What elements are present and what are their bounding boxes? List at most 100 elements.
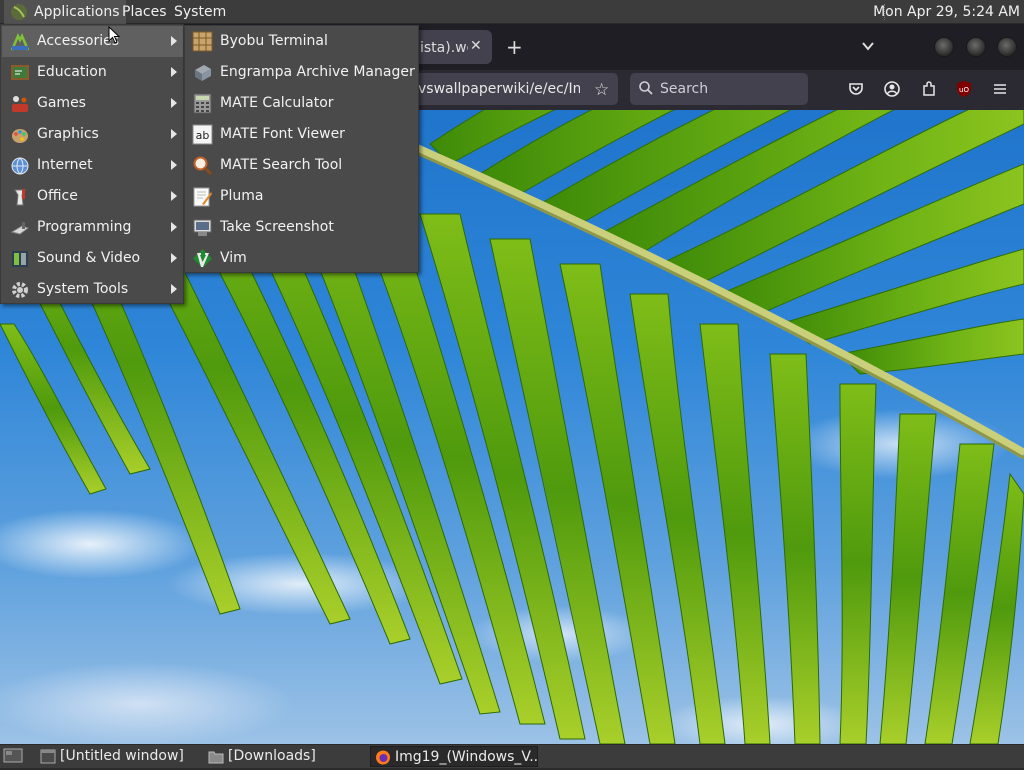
- sound-video-icon: [12, 251, 28, 267]
- search-icon: [639, 81, 653, 95]
- calculator-icon: [193, 93, 212, 114]
- svg-text:uO: uO: [959, 86, 969, 94]
- search-tool-icon: [193, 156, 213, 176]
- submenu-item-take-screenshot[interactable]: Take Screenshot: [185, 212, 418, 243]
- submenu-item-label: MATE Search Tool: [220, 157, 343, 173]
- bookmark-star-icon[interactable]: ☆: [594, 80, 609, 100]
- submenu-item-label: MATE Font Viewer: [220, 126, 345, 142]
- submenu-item-label: Take Screenshot: [220, 219, 334, 235]
- clock[interactable]: Mon Apr 29, 5:24 AM: [873, 0, 1020, 24]
- show-desktop-icon[interactable]: [3, 748, 23, 764]
- firefox-icon: [376, 750, 390, 765]
- submenu-item-engrampa[interactable]: Engrampa Archive Manager: [185, 57, 418, 88]
- screenshot-icon: [193, 219, 212, 236]
- submenu-item-label: Engrampa Archive Manager: [220, 64, 415, 80]
- url-text[interactable]: vswallpaperwiki/e/ec/Img: [418, 81, 580, 97]
- menu-item-label: Games: [37, 95, 86, 111]
- menu-item-label: Education: [37, 64, 107, 80]
- submenu-arrow-icon: [171, 222, 177, 232]
- menu-item-label: Graphics: [37, 126, 99, 142]
- games-icon: [12, 96, 28, 112]
- menu-item-label: Accessories: [37, 33, 120, 49]
- byobu-terminal-icon: [192, 31, 213, 52]
- menu-item-internet[interactable]: Internet: [2, 150, 183, 181]
- menu-item-system-tools[interactable]: System Tools: [2, 274, 183, 305]
- menu-item-label: System Tools: [37, 281, 129, 297]
- taskbar-item-untitled-window[interactable]: [Untitled window]: [36, 746, 200, 767]
- menu-item-label: Office: [37, 188, 78, 204]
- tab-close-icon[interactable]: ✕: [470, 38, 482, 54]
- folder-icon: [208, 751, 224, 764]
- graphics-icon: [12, 129, 28, 143]
- submenu-item-label: Pluma: [220, 188, 264, 204]
- window-maximize-button[interactable]: [966, 37, 986, 57]
- submenu-arrow-icon: [171, 98, 177, 108]
- top-panel: Applications Places System Mon Apr 29, 5…: [0, 0, 1024, 24]
- places-menu-button[interactable]: Places: [116, 0, 173, 24]
- submenu-item-vim[interactable]: Vim: [185, 243, 418, 274]
- account-icon[interactable]: [883, 80, 901, 98]
- new-tab-icon[interactable]: +: [506, 35, 523, 59]
- submenu-item-pluma[interactable]: Pluma: [185, 181, 418, 212]
- menu-item-education[interactable]: Education: [2, 57, 183, 88]
- window-close-button[interactable]: [997, 37, 1017, 57]
- vim-icon: [193, 249, 212, 268]
- extensions-icon[interactable]: [920, 80, 938, 98]
- menu-item-graphics[interactable]: Graphics: [2, 119, 183, 150]
- search-bar[interactable]: [630, 73, 808, 105]
- submenu-arrow-icon: [171, 253, 177, 263]
- submenu-arrow-icon: [171, 67, 177, 77]
- submenu-item-calculator[interactable]: MATE Calculator: [185, 88, 418, 119]
- submenu-arrow-icon: [171, 160, 177, 170]
- education-icon: [11, 65, 29, 80]
- list-all-tabs-icon[interactable]: [860, 38, 876, 54]
- pocket-icon[interactable]: [847, 80, 865, 98]
- submenu-item-label: MATE Calculator: [220, 95, 334, 111]
- menu-item-label: Sound & Video: [37, 250, 141, 266]
- ublock-origin-icon[interactable]: uO: [955, 80, 973, 98]
- submenu-arrow-icon: [171, 129, 177, 139]
- submenu-item-byobu-terminal[interactable]: Byobu Terminal: [185, 26, 418, 57]
- browser-tab-title[interactable]: ista).we: [420, 40, 468, 56]
- mate-logo-icon: [11, 4, 27, 20]
- taskbar-item-label: Img19_(Windows_V...: [395, 749, 538, 765]
- applications-menu-label: Applications: [34, 4, 120, 20]
- accessories-icon: [10, 33, 30, 51]
- internet-icon: [11, 157, 29, 175]
- submenu-item-label: Byobu Terminal: [220, 33, 328, 49]
- mouse-cursor-icon: [108, 26, 120, 44]
- menu-item-office[interactable]: Office: [2, 181, 183, 212]
- submenu-item-search-tool[interactable]: MATE Search Tool: [185, 150, 418, 181]
- bottom-panel: [Untitled window] [Downloads] Img19_(Win…: [0, 744, 1024, 768]
- taskbar-item-label: [Untitled window]: [60, 748, 184, 764]
- office-icon: [14, 189, 26, 206]
- system-tools-icon: [12, 282, 28, 298]
- submenu-arrow-icon: [171, 284, 177, 294]
- font-viewer-icon: ab: [192, 124, 213, 145]
- submenu-arrow-icon: [171, 191, 177, 201]
- window-icon: [40, 749, 56, 764]
- menu-item-programming[interactable]: Programming: [2, 212, 183, 243]
- menu-item-sound-video[interactable]: Sound & Video: [2, 243, 183, 274]
- programming-icon: [10, 222, 30, 235]
- archive-manager-icon: [195, 65, 211, 81]
- system-menu-button[interactable]: System: [168, 0, 232, 24]
- taskbar-item-downloads[interactable]: [Downloads]: [204, 746, 368, 767]
- menu-item-games[interactable]: Games: [2, 88, 183, 119]
- pluma-icon: [193, 187, 212, 207]
- hamburger-menu-icon[interactable]: [991, 80, 1009, 98]
- submenu-item-label: Vim: [220, 250, 247, 266]
- svg-text:ab: ab: [196, 129, 210, 142]
- search-placeholder[interactable]: Search: [660, 81, 708, 97]
- submenu-arrow-icon: [171, 36, 177, 46]
- taskbar-item-label: [Downloads]: [228, 748, 316, 764]
- window-minimize-button[interactable]: [934, 37, 954, 57]
- menu-item-label: Programming: [37, 219, 132, 235]
- menu-item-label: Internet: [37, 157, 93, 173]
- taskbar-item-firefox[interactable]: Img19_(Windows_V...: [370, 746, 538, 767]
- accessories-submenu: Byobu Terminal Engrampa Archive Manager …: [184, 25, 419, 273]
- applications-menu: Accessories Education Games Graphics Int…: [0, 24, 184, 304]
- menu-item-accessories[interactable]: Accessories: [2, 26, 183, 57]
- submenu-item-font-viewer[interactable]: ab MATE Font Viewer: [185, 119, 418, 150]
- applications-menu-button[interactable]: Applications: [4, 0, 126, 24]
